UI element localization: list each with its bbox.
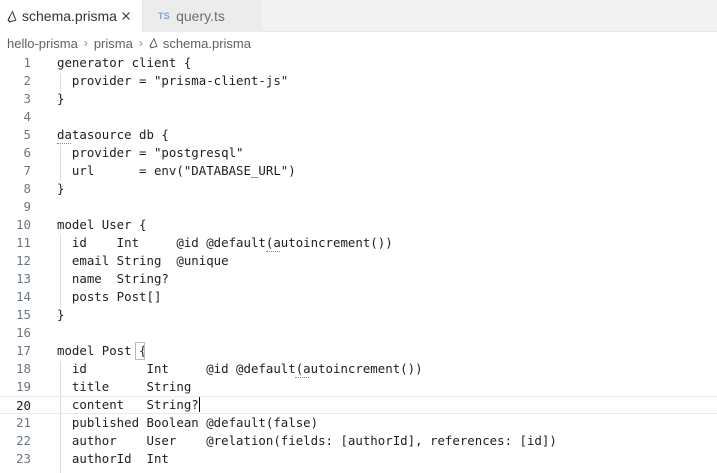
line-number: 21	[16, 415, 31, 430]
line-number: 11	[16, 235, 31, 250]
typescript-icon: TS	[158, 11, 171, 21]
line-number: 1	[23, 55, 31, 70]
code-line: 23 authorId Int	[0, 450, 717, 468]
line-number: 4	[23, 109, 31, 124]
code-text: model User {	[57, 217, 147, 232]
line-number: 7	[23, 163, 31, 178]
code-line: 1 generator client {	[0, 54, 717, 72]
code-line: 22 author User @relation(fields: [author…	[0, 432, 717, 450]
line-number: 6	[23, 145, 31, 160]
line-number: 22	[16, 433, 31, 448]
code-text: provider = "postgresql"	[57, 145, 244, 160]
code-text: published Boolean @default(false)	[57, 415, 319, 430]
code-line: 13 name String?	[0, 270, 717, 288]
line-number: 10	[16, 217, 31, 232]
code-text: email String @unique	[57, 253, 229, 268]
line-number: 2	[23, 73, 31, 88]
tab-label: query.ts	[176, 8, 225, 24]
code-text: url = env("DATABASE_URL")	[57, 163, 296, 178]
line-number: 18	[16, 361, 31, 376]
tab-query-ts[interactable]: TS query.ts	[143, 0, 262, 32]
bracket-match-highlight	[135, 342, 145, 360]
code-text: id Int @id @default(autoincrement())	[57, 235, 393, 250]
text-cursor	[198, 397, 200, 412]
code-editor[interactable]: 1 generator client { 2 provider = "prisma…	[0, 53, 717, 473]
code-text: provider = "prisma-client-js"	[57, 73, 289, 88]
editor-tab-bar: schema.prisma TS query.ts	[0, 0, 717, 32]
line-number: 12	[16, 253, 31, 268]
line-number: 3	[23, 91, 31, 106]
line-number: 16	[16, 325, 31, 340]
code-text: generator client {	[57, 55, 192, 70]
code-text: title String	[57, 379, 192, 394]
code-line: 8}	[0, 180, 717, 198]
code-line: 15}	[0, 306, 717, 324]
code-text: content String?	[57, 396, 200, 414]
code-text: posts Post[]	[57, 289, 162, 304]
code-line: 17 model Post {	[0, 342, 717, 360]
line-number: 8	[23, 181, 31, 196]
breadcrumb: hello-prisma › prisma › schema.prisma	[7, 32, 251, 54]
line-number: 13	[16, 271, 31, 286]
prisma-file-icon	[149, 37, 158, 49]
code-line: 12 email String @unique	[0, 252, 717, 270]
breadcrumb-item-prisma[interactable]: prisma	[94, 36, 133, 51]
code-line: 14 posts Post[]	[0, 288, 717, 306]
close-icon[interactable]	[119, 9, 133, 23]
code-text: }	[57, 181, 65, 196]
code-line: 3}	[0, 90, 717, 108]
line-number: 9	[23, 199, 31, 214]
breadcrumb-item-schema-prisma[interactable]: schema.prisma	[163, 36, 251, 51]
line-number: 20	[16, 398, 31, 413]
tab-schema-prisma[interactable]: schema.prisma	[0, 0, 143, 32]
line-number: 23	[16, 451, 31, 466]
line-number: 5	[23, 127, 31, 142]
code-text: id Int @id @default(autoincrement())	[57, 361, 423, 376]
prisma-file-icon	[7, 10, 17, 22]
code-text: name String?	[57, 271, 169, 286]
chevron-right-icon: ›	[138, 36, 143, 50]
code-line: 4	[0, 108, 717, 126]
code-line: 18 id Int @id @default(autoincrement())	[0, 360, 717, 378]
code-text: }	[57, 91, 65, 106]
code-line: 9	[0, 198, 717, 216]
code-text: }	[57, 307, 65, 322]
code-text: datasource db {	[57, 127, 169, 142]
code-line: 16	[0, 324, 717, 342]
line-number: 14	[16, 289, 31, 304]
tab-label: schema.prisma	[22, 8, 117, 24]
breadcrumb-item-hello-prisma[interactable]: hello-prisma	[7, 36, 78, 51]
line-number: 19	[16, 379, 31, 394]
code-text: model Post {	[57, 343, 147, 358]
code-text: author User @relation(fields: [authorId]…	[57, 433, 557, 448]
code-line: 7 url = env("DATABASE_URL")	[0, 162, 717, 180]
line-number: 17	[16, 343, 31, 358]
code-line-current: 20 content String?	[0, 396, 717, 414]
code-text: authorId Int	[57, 451, 169, 466]
code-line: 11 id Int @id @default(autoincrement())	[0, 234, 717, 252]
line-number: 15	[16, 307, 31, 322]
chevron-right-icon: ›	[83, 36, 88, 50]
code-line: 2 provider = "prisma-client-js"	[0, 72, 717, 90]
code-line: 5 datasource db {	[0, 126, 717, 144]
code-line: 21 published Boolean @default(false)	[0, 414, 717, 432]
code-line: 10 model User {	[0, 216, 717, 234]
code-line: 19 title String	[0, 378, 717, 396]
code-text-content: content String?	[57, 397, 199, 412]
code-line: 6 provider = "postgresql"	[0, 144, 717, 162]
